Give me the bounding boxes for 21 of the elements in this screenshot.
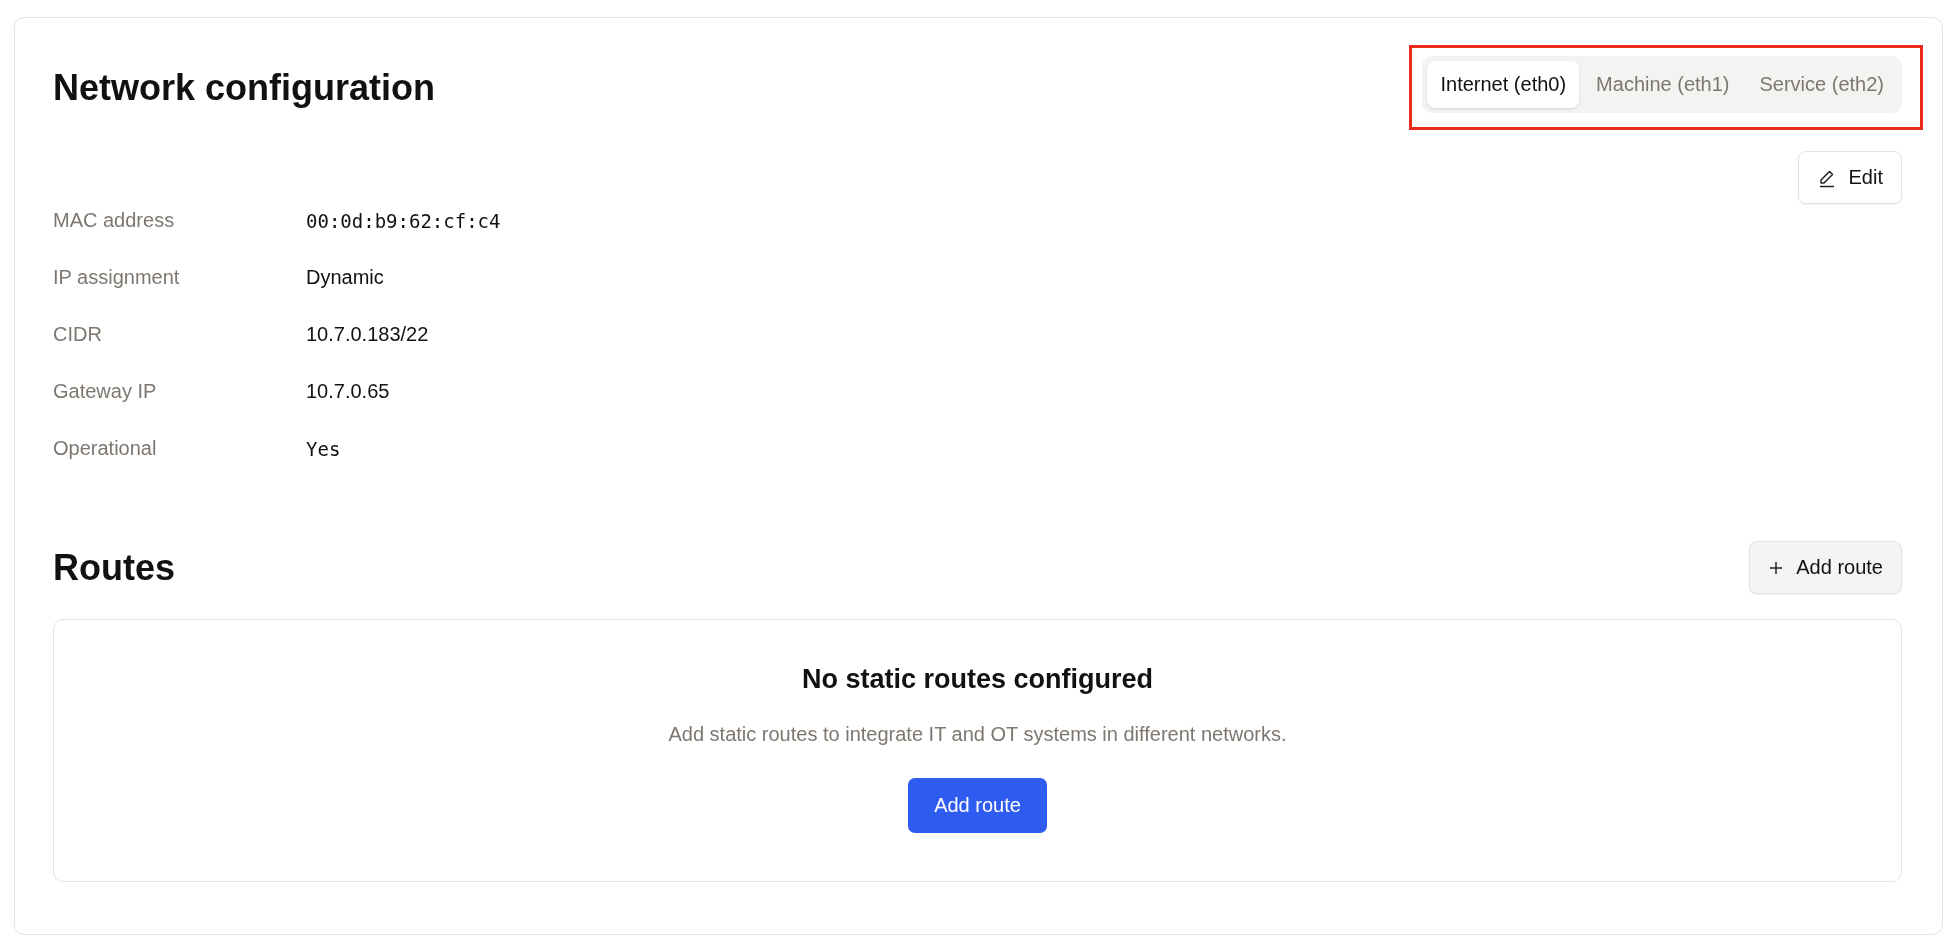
interface-tab[interactable]: Machine (eth1) [1583,61,1743,108]
field-value: 00:0d:b9:62:cf:c4 [306,209,501,232]
edit-button[interactable]: Edit [1797,151,1902,204]
interface-tab[interactable]: Service (eth2) [1746,61,1897,108]
section-title: Routes [53,546,175,589]
empty-state-title: No static routes configured [801,664,1153,695]
field-label: MAC address [53,209,176,232]
add-route-button[interactable]: Add route [1749,541,1902,594]
field-value: Dynamic [306,266,384,289]
empty-state-description: Add static routes to integrate IT and OT systems in different networks. [668,723,1287,746]
field-label: Operational [53,437,158,460]
field-value: 10.7.0.65 [306,380,390,403]
field-label: Gateway IP [53,380,158,403]
field-value: Yes [306,437,341,460]
field-label: CIDR [53,323,103,346]
field-label: IP assignment [53,266,181,289]
interface-tab[interactable]: Internet (eth0) [1427,61,1580,108]
plus-icon [1768,559,1785,576]
field-value: 10.7.0.183/22 [306,323,429,346]
page-title: Network configuration [53,66,435,109]
add-route-button[interactable]: Add route [908,778,1047,833]
